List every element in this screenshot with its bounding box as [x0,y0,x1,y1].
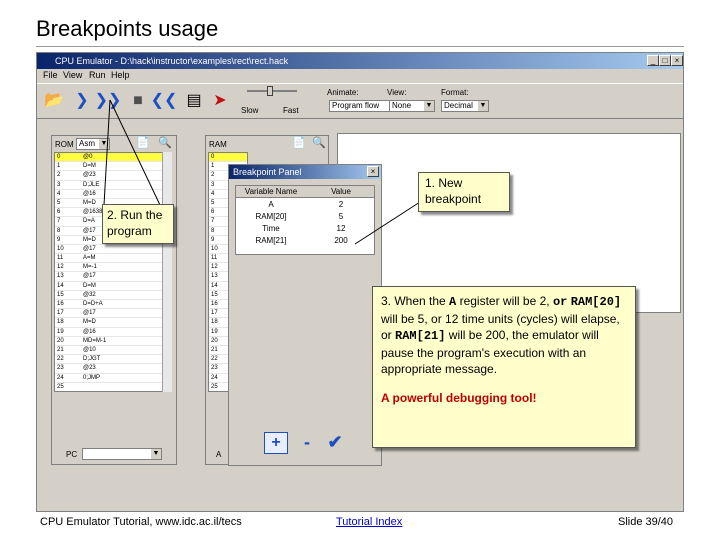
run-callout-pointer [109,99,161,206]
slide-number: Slide 39/40 [618,516,674,528]
emphasis-text: A powerful debugging tool! [381,390,537,405]
new-breakpoint-callout: 1. New breakpoint [418,172,510,212]
new-breakpoint-callout-text: 1. New breakpoint [425,176,482,206]
footer-left: CPU Emulator Tutorial, www.idc.ac.il/tec… [40,516,242,528]
explanation-callout: 3. When the A register will be 2, or RAM… [372,286,636,448]
new-breakpoint-pointer [354,201,421,245]
tutorial-index-link[interactable]: Tutorial Index [336,516,402,528]
explanation-text: 3. When the A register will be 2, or RAM… [381,294,622,376]
callout-pointers [103,99,421,245]
run-program-callout-text: 2. Run the program [107,208,163,238]
run-callout-pointer [103,99,111,206]
run-program-callout: 2. Run the program [102,204,174,244]
